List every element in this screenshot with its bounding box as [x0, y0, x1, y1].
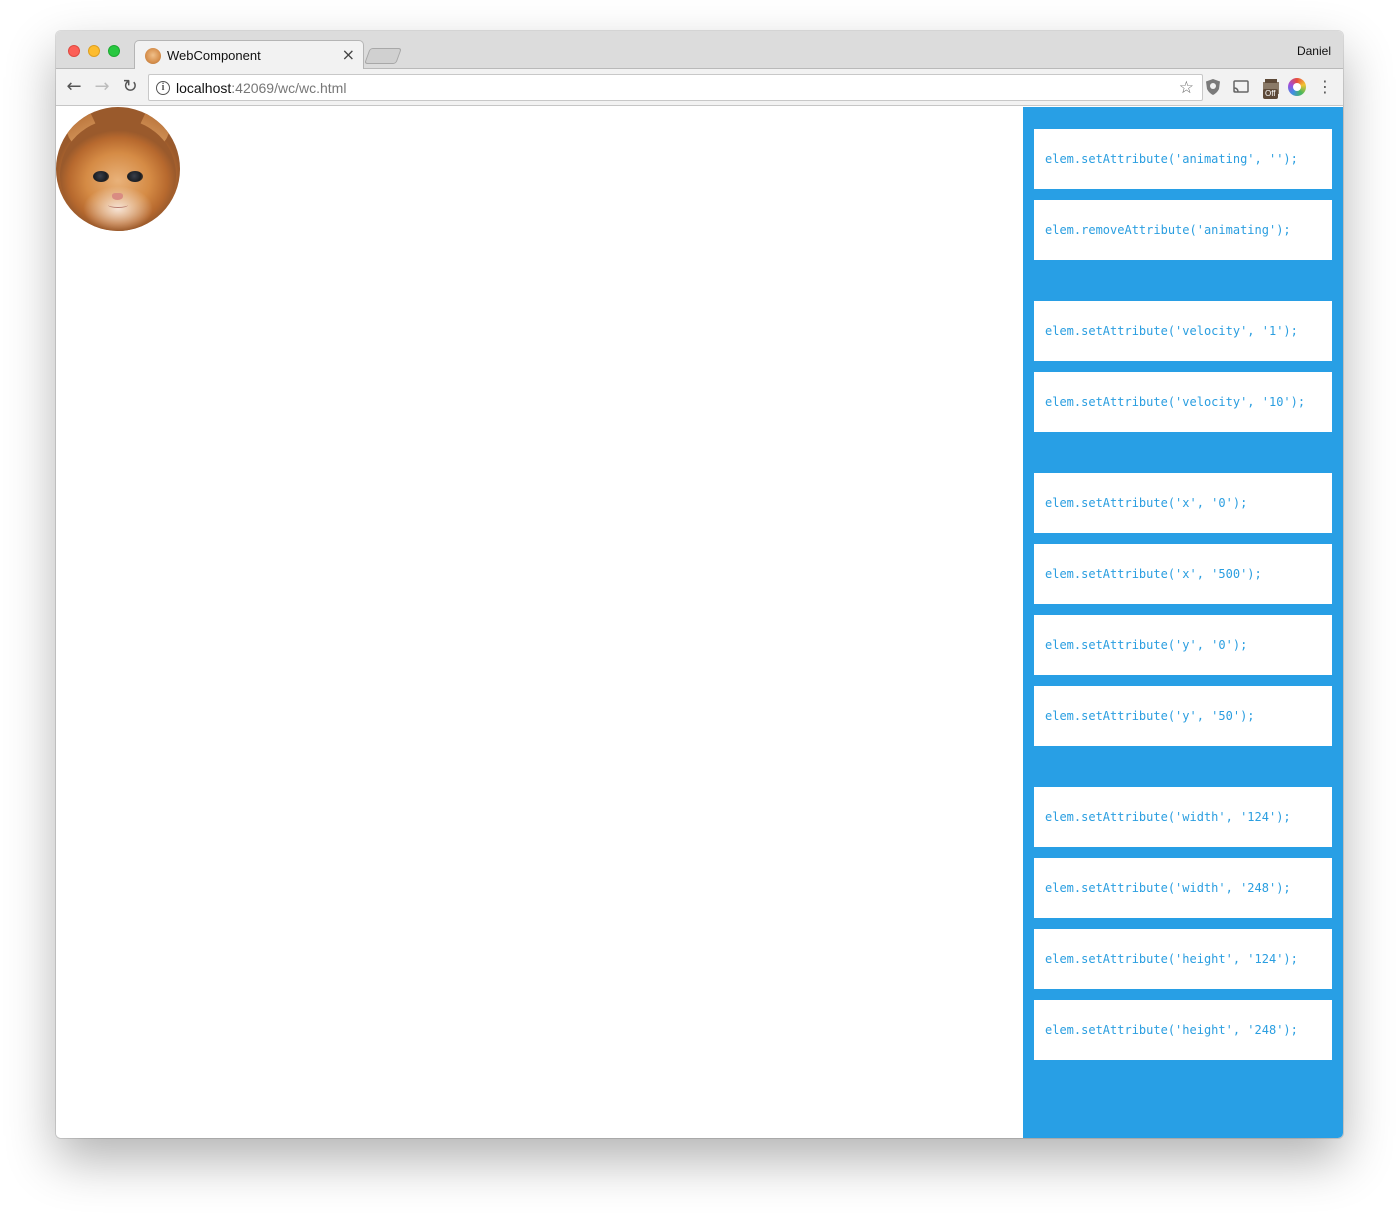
cmd-y-0[interactable]: elem.setAttribute('y', '0'); [1034, 615, 1332, 675]
cmd-y-50[interactable]: elem.setAttribute('y', '50'); [1034, 686, 1332, 746]
off-badge: Off [1263, 89, 1278, 99]
cmd-height-248[interactable]: elem.setAttribute('height', '248'); [1034, 1000, 1332, 1060]
address-bar[interactable]: i localhost:42069/wc/wc.html ☆ [148, 74, 1203, 101]
window-maximize-button[interactable] [108, 45, 120, 57]
window-close-button[interactable] [68, 45, 80, 57]
tab-webcomponent[interactable]: WebComponent × [134, 40, 364, 70]
shield-extension-icon[interactable] [1204, 78, 1222, 96]
star-icon[interactable]: ☆ [1179, 78, 1194, 98]
cmd-remove-animating[interactable]: elem.removeAttribute('animating'); [1034, 200, 1332, 260]
cmd-velocity-10[interactable]: elem.setAttribute('velocity', '10'); [1034, 372, 1332, 432]
kitten-favicon-icon [145, 48, 161, 64]
cast-icon[interactable] [1232, 78, 1250, 96]
cmd-height-124[interactable]: elem.setAttribute('height', '124'); [1034, 929, 1332, 989]
new-tab-button[interactable] [364, 48, 402, 64]
tab-strip: WebComponent × Daniel [56, 31, 1343, 70]
tab-close-icon[interactable]: × [342, 45, 355, 65]
window-minimize-button[interactable] [88, 45, 100, 57]
kitten-face [60, 119, 176, 231]
command-panel: elem.setAttribute('animating', ''); elem… [1023, 107, 1343, 1138]
profile-name[interactable]: Daniel [1297, 44, 1331, 58]
menu-icon[interactable]: ⋮ [1316, 78, 1334, 96]
url-host: localhost [176, 80, 232, 96]
browser-toolbar: ← → ↻ i localhost:42069/wc/wc.html ☆ Off… [56, 69, 1343, 106]
kitten-eye-right [127, 171, 143, 182]
forward-arrow-icon[interactable]: → [91, 76, 113, 98]
cmd-set-animating[interactable]: elem.setAttribute('animating', ''); [1034, 129, 1332, 189]
browser-window: WebComponent × Daniel ← → ↻ i localhost:… [56, 31, 1343, 1138]
cmd-width-124[interactable]: elem.setAttribute('width', '124'); [1034, 787, 1332, 847]
reload-icon[interactable]: ↻ [119, 76, 141, 98]
info-icon[interactable]: i [156, 81, 170, 95]
cmd-velocity-1[interactable]: elem.setAttribute('velocity', '1'); [1034, 301, 1332, 361]
kitten-eye-left [93, 171, 109, 182]
color-extension-icon[interactable] [1288, 78, 1306, 96]
cmd-width-248[interactable]: elem.setAttribute('width', '248'); [1034, 858, 1332, 918]
cmd-x-500[interactable]: elem.setAttribute('x', '500'); [1034, 544, 1332, 604]
url-path: :42069/wc/wc.html [231, 80, 347, 96]
kitten-mouth [108, 202, 128, 208]
page-content: elem.setAttribute('animating', ''); elem… [56, 107, 1343, 1138]
url-text[interactable]: localhost:42069/wc/wc.html [176, 80, 346, 96]
kitten-image [56, 107, 180, 231]
back-arrow-icon[interactable]: ← [63, 76, 85, 98]
tab-title: WebComponent [167, 48, 261, 63]
cmd-x-0[interactable]: elem.setAttribute('x', '0'); [1034, 473, 1332, 533]
off-extension-icon[interactable]: Off [1261, 78, 1281, 99]
kitten-nose [112, 193, 123, 200]
